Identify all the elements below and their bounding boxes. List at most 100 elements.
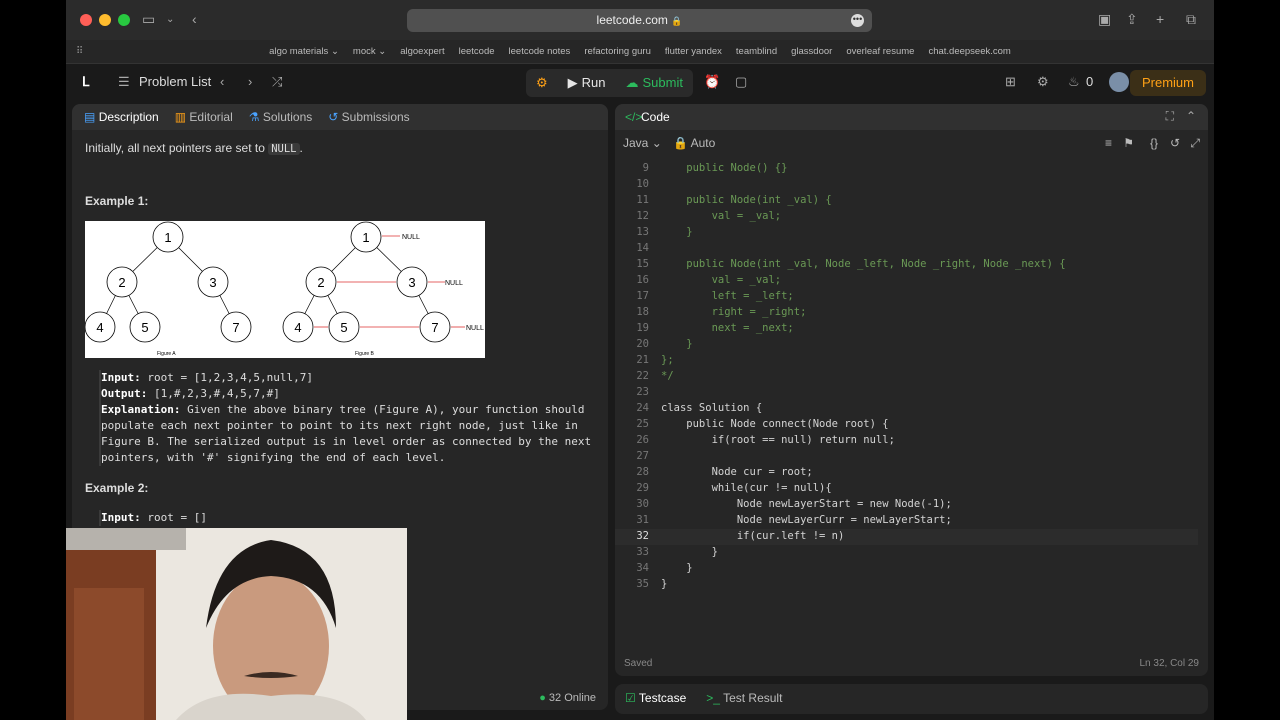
code-line: public Node(int _val, Node _left, Node _… bbox=[661, 258, 1066, 270]
bookmark[interactable]: flutter yandex bbox=[665, 46, 722, 57]
code-line: right = _right; bbox=[661, 306, 807, 318]
line-number: 9 bbox=[642, 162, 649, 174]
null-label: NULL bbox=[402, 234, 420, 241]
fullscreen-icon[interactable]: ⤢ bbox=[1190, 136, 1200, 151]
run-button[interactable]: ▶ Run bbox=[558, 75, 616, 91]
run-label: Run bbox=[581, 75, 606, 90]
shuffle-icon[interactable]: ⤮ bbox=[272, 74, 282, 90]
bookmark[interactable]: chat.deepseek.com bbox=[928, 46, 1010, 57]
language-select[interactable]: Java ⌄ bbox=[623, 136, 662, 150]
mode-toggle[interactable]: 🔒 Auto bbox=[673, 136, 715, 150]
submit-button[interactable]: ☁ Submit bbox=[616, 75, 693, 91]
code-icon: </> bbox=[625, 110, 643, 124]
code-editor[interactable]: 9 public Node() {} 10 11 public Node(int _… bbox=[615, 160, 1208, 640]
prev-problem-icon[interactable]: ‹ bbox=[220, 74, 224, 89]
input-value: root = [1,2,3,4,5,null,7] bbox=[147, 371, 313, 384]
example-1-title: Example 1: bbox=[85, 194, 149, 208]
tab-test-result[interactable]: >_ Test Result bbox=[706, 691, 782, 705]
online-count: ● 32 Online bbox=[539, 692, 596, 704]
bookmark[interactable]: algoexpert bbox=[400, 46, 444, 57]
intro-prefix: Initially, all next pointers are set to bbox=[85, 141, 265, 155]
bookmark[interactable]: algo materials ⌄ bbox=[269, 46, 339, 57]
settings-icon[interactable]: ⚙ bbox=[1037, 74, 1049, 90]
tab-label: Submissions bbox=[341, 110, 410, 124]
bookmark[interactable]: refactoring guru bbox=[584, 46, 651, 57]
line-number: 28 bbox=[636, 466, 649, 478]
list-icon[interactable]: ☰ bbox=[118, 74, 130, 90]
line-number: 20 bbox=[636, 338, 649, 350]
bookmark[interactable]: overleaf resume bbox=[846, 46, 914, 57]
timer-icon[interactable]: ⏰ bbox=[704, 74, 720, 90]
line-number: 23 bbox=[636, 386, 649, 398]
submit-label: Submit bbox=[642, 75, 683, 90]
share-icon[interactable]: ⇪ bbox=[1126, 11, 1138, 28]
code-line: Node cur = root; bbox=[661, 466, 813, 478]
bookmark[interactable]: leetcode notes bbox=[509, 46, 571, 57]
debug-icon[interactable]: ⚙ bbox=[526, 75, 558, 91]
bookmark[interactable]: mock ⌄ bbox=[353, 46, 386, 57]
code-line: } bbox=[661, 226, 693, 238]
more-icon[interactable]: ••• bbox=[851, 14, 864, 27]
code-line: val = _val; bbox=[661, 210, 782, 222]
tab-testcase[interactable]: ☑ Testcase bbox=[625, 691, 686, 705]
bookmark[interactable]: glassdoor bbox=[791, 46, 832, 57]
history-icon: ↺ bbox=[328, 110, 339, 124]
play-icon: ▶ bbox=[567, 75, 578, 90]
tree-node: 4 bbox=[294, 320, 301, 335]
webcam-overlay bbox=[66, 528, 407, 720]
tree-node: 1 bbox=[164, 230, 171, 245]
notes-icon[interactable]: ▢ bbox=[735, 74, 747, 90]
null-label: NULL bbox=[466, 325, 484, 332]
code-line: } bbox=[661, 562, 693, 574]
expand-icon[interactable]: ⛶ bbox=[1166, 109, 1174, 124]
extension-icon[interactable]: ▣ bbox=[1098, 11, 1111, 28]
line-number: 14 bbox=[636, 242, 649, 254]
format-icon[interactable]: ≡ bbox=[1105, 136, 1112, 150]
back-icon[interactable]: ‹ bbox=[192, 11, 197, 27]
code-line: } bbox=[661, 338, 693, 350]
braces-icon[interactable]: {} bbox=[1150, 136, 1158, 150]
premium-button[interactable]: Premium bbox=[1129, 70, 1206, 96]
leetcode-logo-icon[interactable]: ᒪ bbox=[82, 74, 89, 90]
tab-solutions[interactable]: ⚗ Solutions bbox=[249, 110, 312, 124]
problem-list-link[interactable]: Problem List bbox=[139, 74, 211, 89]
bookmark[interactable]: teamblind bbox=[736, 46, 777, 57]
tab-editorial[interactable]: ▥ Editorial bbox=[175, 110, 233, 124]
line-number: 27 bbox=[636, 450, 649, 462]
code-line: Node newLayerCurr = newLayerStart; bbox=[661, 514, 952, 526]
code-line: } bbox=[661, 578, 668, 590]
minimize-window-button[interactable] bbox=[99, 14, 111, 26]
tab-label: Editorial bbox=[189, 110, 233, 124]
code-line: } bbox=[661, 546, 718, 558]
grid-icon[interactable]: ⠿ bbox=[76, 46, 83, 57]
online-dot-icon: ● bbox=[539, 692, 546, 704]
tabs-overview-icon[interactable]: ⧉ bbox=[1186, 11, 1196, 28]
tree-node: 5 bbox=[141, 320, 148, 335]
close-window-button[interactable] bbox=[80, 14, 92, 26]
null-label: NULL bbox=[445, 280, 463, 287]
avatar[interactable] bbox=[1109, 72, 1129, 92]
chevron-down-icon[interactable]: ⌄ bbox=[166, 14, 174, 25]
next-problem-icon[interactable]: › bbox=[248, 74, 252, 89]
collapse-icon[interactable]: ⌃ bbox=[1186, 109, 1196, 123]
code-line: if(root == null) return null; bbox=[661, 434, 895, 446]
bookmark-icon[interactable]: ⚑ bbox=[1123, 136, 1134, 150]
line-number: 17 bbox=[636, 290, 649, 302]
code-panel-header: </> Code ⛶ ⌃ bbox=[615, 104, 1208, 130]
bookmark[interactable]: leetcode bbox=[459, 46, 495, 57]
code-line: val = _val; bbox=[661, 274, 782, 286]
new-tab-icon[interactable]: + bbox=[1156, 11, 1164, 27]
sidebar-icon[interactable]: ▭ bbox=[142, 11, 155, 28]
code-line: Node newLayerStart = new Node(-1); bbox=[661, 498, 952, 510]
line-number: 35 bbox=[636, 578, 649, 590]
output-label: Output: bbox=[101, 387, 148, 400]
tab-description[interactable]: ▤ Description bbox=[84, 110, 159, 124]
tab-submissions[interactable]: ↺ Submissions bbox=[328, 110, 409, 124]
input-label: Input: bbox=[101, 371, 141, 384]
layout-icon[interactable]: ⊞ bbox=[1005, 74, 1016, 90]
address-bar[interactable]: leetcode.com 🔒 ••• bbox=[407, 9, 872, 32]
webcam-image bbox=[66, 528, 407, 720]
streak-icon[interactable]: ♨ bbox=[1068, 74, 1080, 90]
reset-icon[interactable]: ↺ bbox=[1170, 136, 1180, 150]
maximize-window-button[interactable] bbox=[118, 14, 130, 26]
